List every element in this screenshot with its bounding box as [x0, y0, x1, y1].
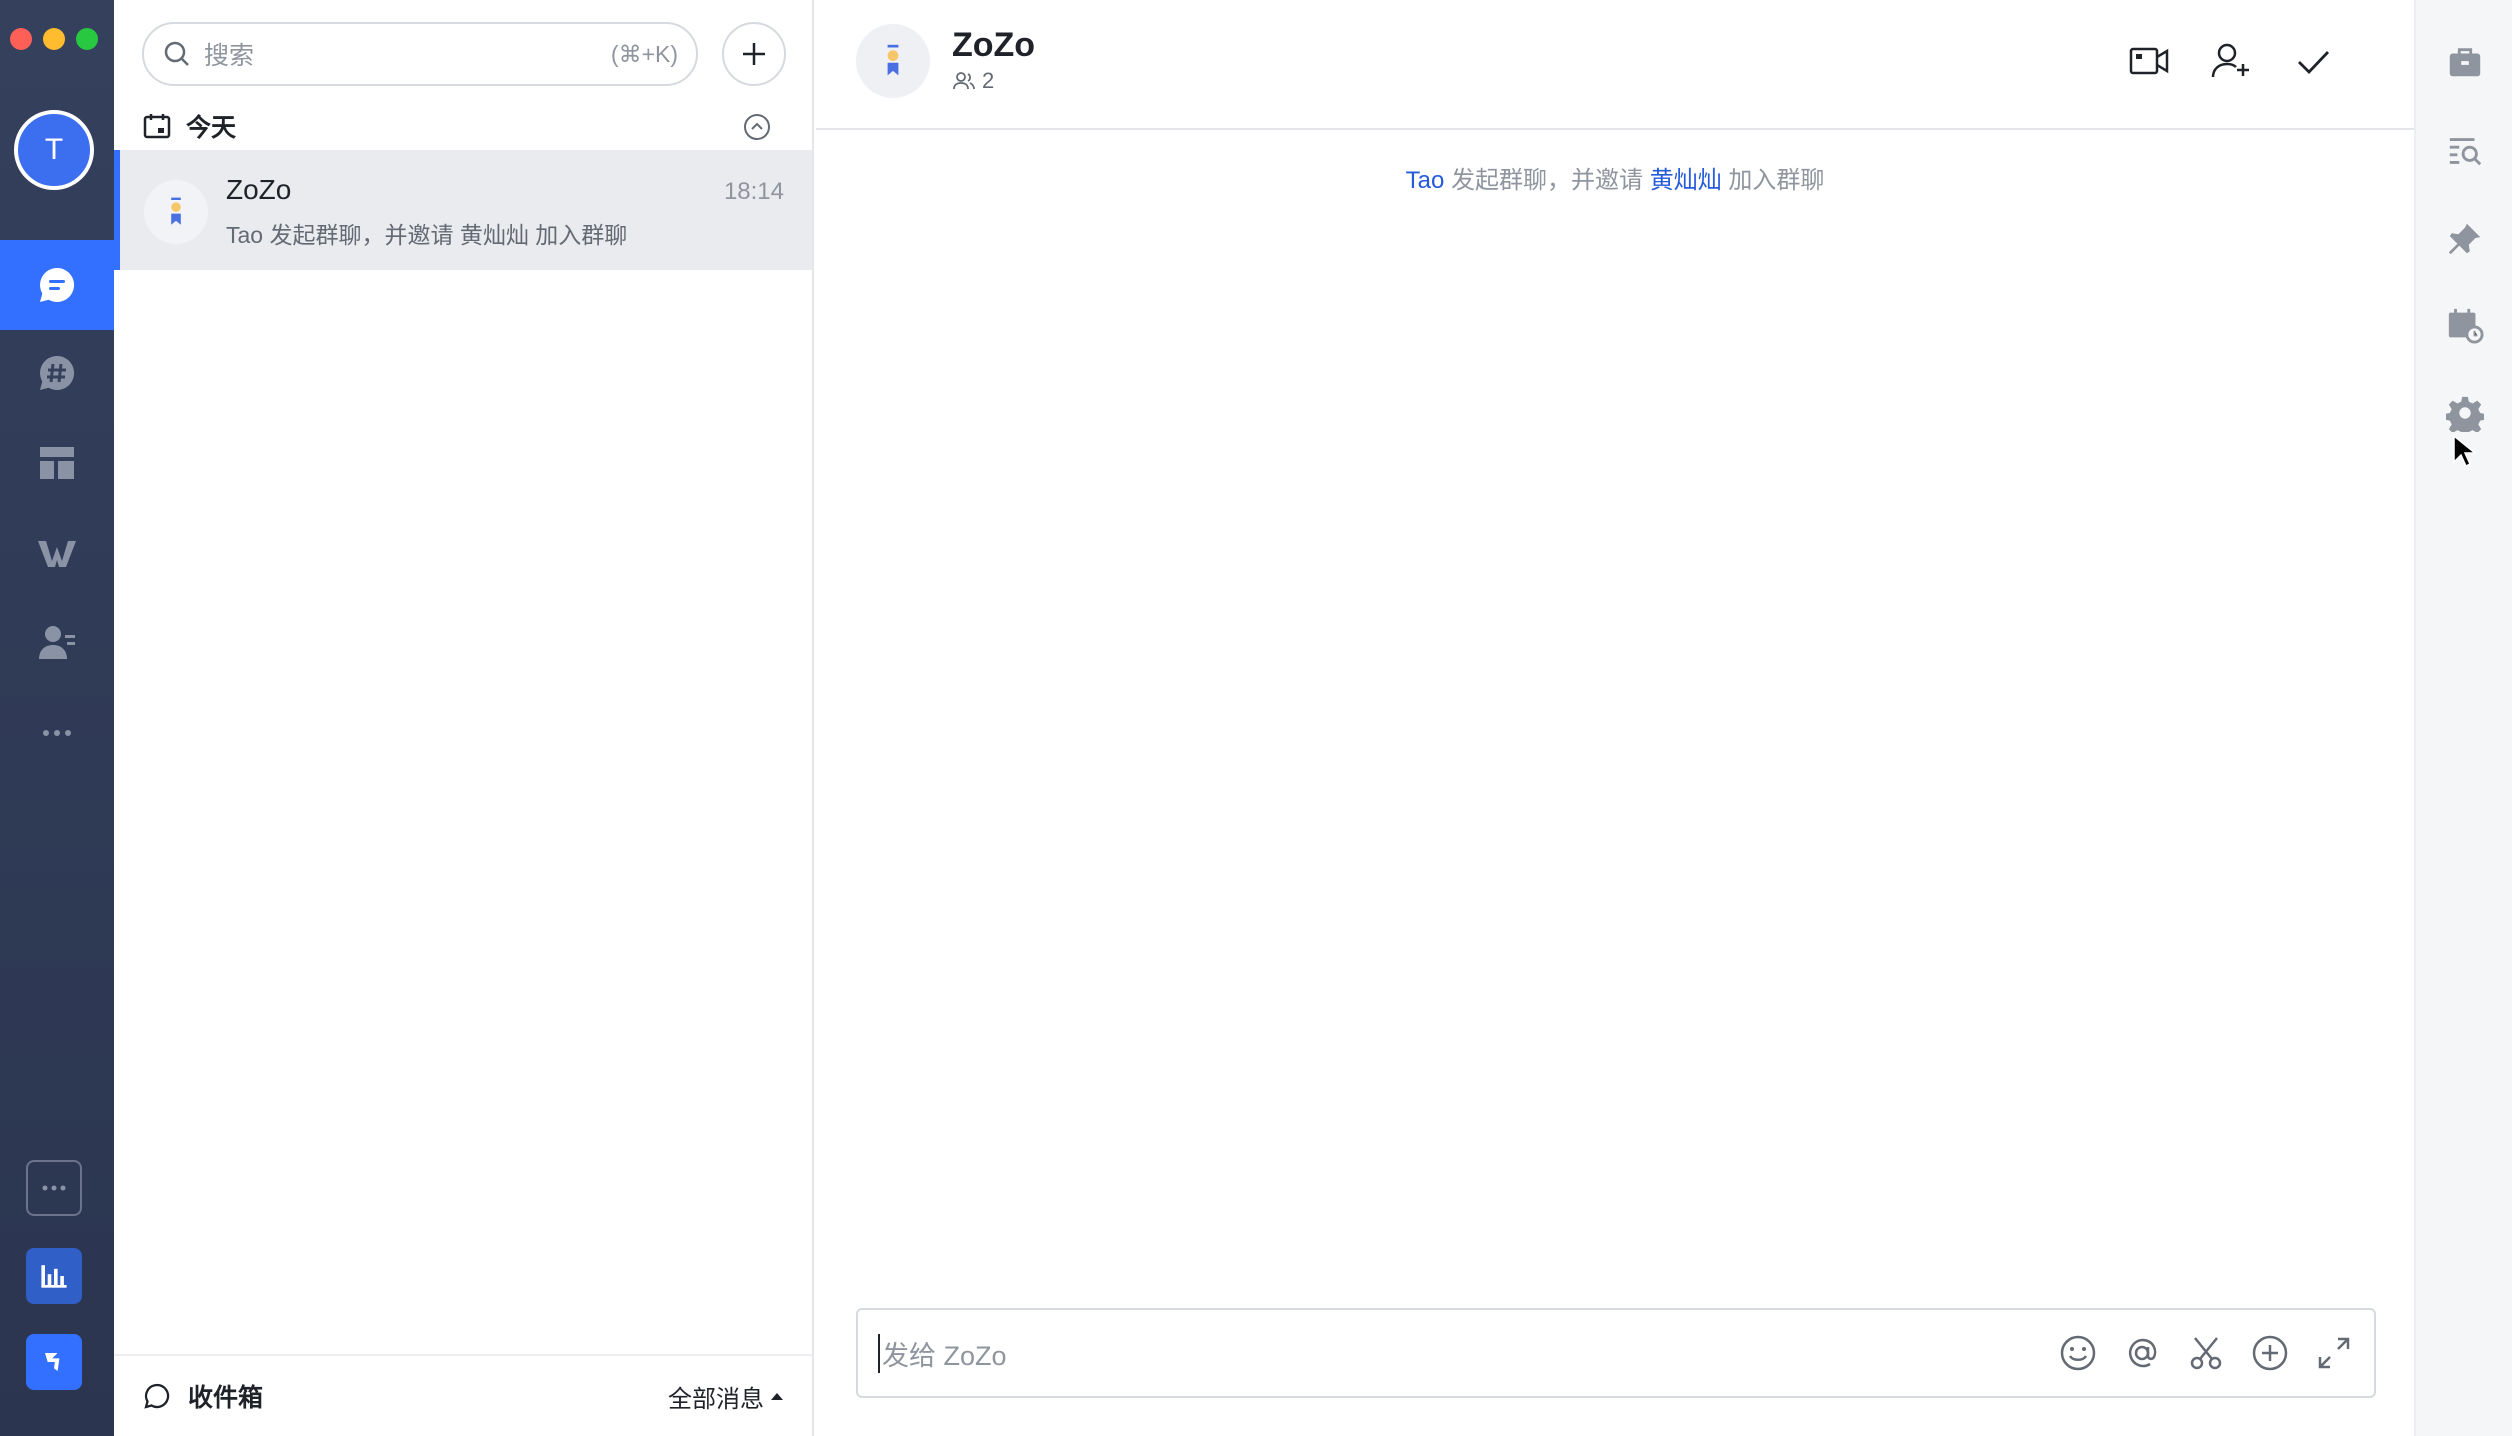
actor-link[interactable]: Tao: [1406, 167, 1445, 194]
screenshot-button[interactable]: [2186, 1333, 2226, 1373]
gear-icon: [2446, 396, 2484, 432]
selected-indicator: [114, 150, 120, 270]
ellipsis-box-icon: [42, 1185, 66, 1191]
w-logo-icon: [38, 541, 76, 567]
group-avatar: [144, 180, 208, 244]
briefcase-button[interactable]: [2444, 42, 2486, 84]
emoji-button[interactable]: [2058, 1333, 2098, 1373]
conversation-list-panel: 搜索 (⌘+K) 今天 ZoZo 18:14 Tao 发起群聊，并邀请 黄灿灿 …: [114, 0, 814, 1436]
conversation-name: ZoZo: [226, 174, 292, 205]
chat-panel: ZoZo 2 Tao 发起群聊，并邀请 黄灿灿 加入群聊 发给 ZoZo: [816, 0, 2414, 1436]
group-label: 今天: [186, 114, 237, 142]
hashtag-bubble-icon: [40, 355, 75, 390]
search-shortcut: (⌘+K): [610, 40, 678, 67]
caret-up-icon: [771, 1393, 783, 1400]
lark-logo-icon: [45, 1353, 60, 1371]
rail-item-messages[interactable]: [0, 240, 114, 330]
header-actions: [2128, 40, 2334, 82]
rail-item-topics[interactable]: [0, 328, 114, 418]
badge-icon: [887, 44, 899, 76]
avatar-letter: T: [44, 133, 64, 166]
system-text-1: 发起群聊，并邀请: [1451, 167, 1644, 194]
invitee-link[interactable]: 黄灿灿: [1650, 167, 1722, 194]
conversation-time: 18:14: [723, 178, 784, 205]
plus-circle-icon: [2252, 1335, 2288, 1371]
minimize-window-button[interactable]: [43, 28, 65, 50]
inbox-label[interactable]: 收件箱: [188, 1378, 668, 1414]
pinned-button[interactable]: [2444, 218, 2486, 260]
search-history-button[interactable]: [2444, 130, 2486, 172]
inbox-bubble-icon: [144, 1383, 170, 1409]
lark-app-button[interactable]: [26, 1334, 82, 1390]
expand-composer-button[interactable]: [2314, 1333, 2354, 1373]
member-count[interactable]: 2: [952, 68, 994, 94]
attach-button[interactable]: [2250, 1333, 2290, 1373]
briefcase-icon: [2449, 48, 2481, 77]
emoji-icon: [2060, 1335, 2096, 1371]
mention-button[interactable]: [2122, 1333, 2162, 1373]
member-count-value: 2: [982, 68, 995, 93]
calendar-icon: [143, 114, 171, 139]
nav-rail: T: [0, 0, 114, 1436]
scissors-icon: [2190, 1337, 2222, 1370]
done-button[interactable]: [2292, 40, 2334, 82]
members-icon: [953, 72, 975, 90]
ellipsis-icon: [43, 730, 71, 736]
pin-icon: [2448, 223, 2481, 255]
system-text-2: 加入群聊: [1728, 167, 1825, 194]
chat-header: ZoZo 2: [816, 0, 2414, 130]
message-filter-dropdown[interactable]: 全部消息: [668, 1379, 784, 1414]
bar-chart-icon: [41, 1265, 67, 1288]
calendar-button[interactable]: [2444, 304, 2486, 346]
composer-tools: [2058, 1333, 2354, 1373]
expand-icon: [2318, 1337, 2350, 1369]
plus-icon: [743, 43, 765, 65]
video-call-button[interactable]: [2128, 40, 2170, 82]
system-message: Tao 发起群聊，并邀请 黄灿灿 加入群聊: [816, 160, 2414, 195]
video-call-icon: [2129, 47, 2169, 75]
rail-item-docs[interactable]: [0, 508, 114, 598]
settings-button[interactable]: [2444, 392, 2486, 434]
search-input[interactable]: 搜索 (⌘+K): [142, 22, 698, 86]
rail-item-contacts[interactable]: [0, 598, 114, 688]
search-placeholder: 搜索: [204, 42, 255, 70]
right-toolbar: [2414, 0, 2512, 1436]
inbox-footer: 收件箱 全部消息: [114, 1354, 812, 1436]
group-header-today[interactable]: 今天: [142, 104, 792, 148]
window-controls: [10, 28, 98, 50]
create-button[interactable]: [722, 22, 786, 86]
conversation-item[interactable]: ZoZo 18:14 Tao 发起群聊，并邀请 黄灿灿 加入群聊: [114, 150, 812, 270]
check-icon: [2298, 51, 2330, 75]
close-window-button[interactable]: [10, 28, 32, 50]
add-member-button[interactable]: [2210, 40, 2252, 82]
chat-title[interactable]: ZoZo: [952, 26, 1035, 65]
collapse-up-icon[interactable]: [742, 112, 772, 142]
more-apps-button[interactable]: [26, 1160, 82, 1216]
user-avatar[interactable]: T: [14, 110, 94, 190]
chat-avatar[interactable]: [856, 24, 930, 98]
conversation-preview: Tao 发起群聊，并邀请 黄灿灿 加入群聊: [226, 222, 628, 248]
calendar-icon: [2448, 308, 2484, 344]
add-member-icon: [2211, 43, 2249, 78]
message-composer[interactable]: 发给 ZoZo: [856, 1308, 2376, 1398]
search-list-icon: [2449, 138, 2482, 166]
composer-placeholder: 发给 ZoZo: [878, 1333, 2058, 1373]
mouse-cursor-icon: [2453, 434, 2476, 468]
analytics-app-button[interactable]: [26, 1248, 82, 1304]
badge-icon: [171, 197, 181, 225]
contacts-icon: [39, 626, 75, 659]
filter-label: 全部消息: [668, 1385, 764, 1413]
zoom-window-button[interactable]: [76, 28, 98, 50]
app-window: T 搜索 (⌘+K) 今天 ZoZo 18:14 Tao 发起群聊，并邀请 黄灿…: [0, 0, 2512, 1436]
rail-item-more[interactable]: [0, 688, 114, 778]
search-icon: [164, 41, 189, 66]
mention-icon: [2128, 1338, 2157, 1368]
chat-bubble-icon: [40, 267, 75, 302]
layout-icon: [40, 447, 74, 479]
rail-item-workspace[interactable]: [0, 418, 114, 508]
